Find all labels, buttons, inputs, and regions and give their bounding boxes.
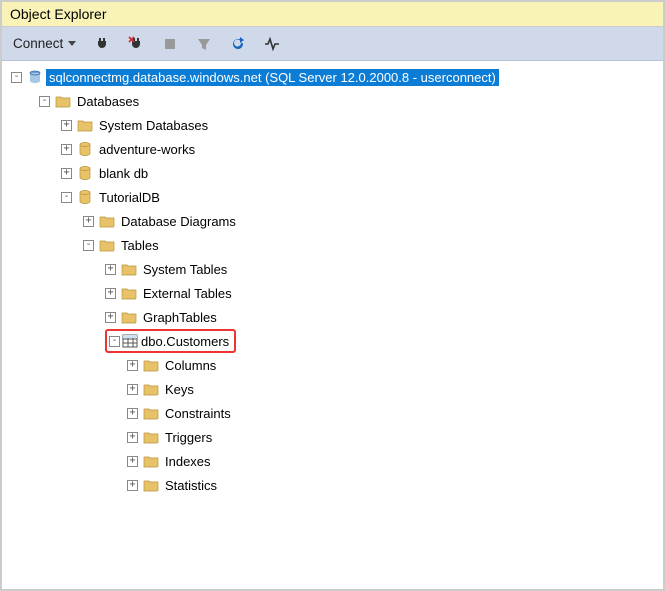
folder-icon [143, 405, 159, 421]
tree-node[interactable]: + System Databases [6, 113, 659, 137]
expander-toggle[interactable]: + [127, 384, 138, 395]
tree-node-label[interactable]: System Databases [96, 117, 211, 134]
tree-node[interactable]: + Keys [6, 377, 659, 401]
expander-toggle[interactable]: + [127, 408, 138, 419]
tree-node-label[interactable]: Database Diagrams [118, 213, 239, 230]
tree-node[interactable]: + GraphTables [6, 305, 659, 329]
tree-node[interactable]: - Tables [6, 233, 659, 257]
expander-toggle[interactable]: + [61, 144, 72, 155]
server-icon [27, 69, 43, 85]
tree-node[interactable]: + blank db [6, 161, 659, 185]
tree-node-label[interactable]: Indexes [162, 453, 214, 470]
plug-x-icon [128, 36, 144, 52]
toolbar: Connect [2, 27, 663, 61]
highlighted-node: - dbo.Customers [105, 329, 236, 353]
tree-node-label[interactable]: Keys [162, 381, 197, 398]
expander-toggle[interactable]: - [39, 96, 50, 107]
expander-toggle[interactable]: - [61, 192, 72, 203]
tree-view[interactable]: - sqlconnectmg.database.windows.net (SQL… [2, 61, 663, 586]
folder-icon [143, 357, 159, 373]
expander-toggle[interactable]: + [105, 312, 116, 323]
stop-icon [162, 36, 178, 52]
database-icon [77, 141, 93, 157]
activity-monitor-button[interactable] [259, 34, 285, 54]
dropdown-caret-icon [68, 41, 76, 46]
tree-node-label[interactable]: TutorialDB [96, 189, 163, 206]
tree-node-label[interactable]: System Tables [140, 261, 230, 278]
folder-icon [143, 477, 159, 493]
expander-toggle[interactable]: + [127, 432, 138, 443]
folder-icon [99, 237, 115, 253]
tree-node-label[interactable]: Tables [118, 237, 162, 254]
expander-toggle[interactable]: - [83, 240, 94, 251]
expander-toggle[interactable]: - [11, 72, 22, 83]
tree-node-label[interactable]: adventure-works [96, 141, 198, 158]
database-icon [77, 189, 93, 205]
tree-node-label[interactable]: GraphTables [140, 309, 220, 326]
folder-icon [121, 285, 137, 301]
tree-node[interactable]: + Indexes [6, 449, 659, 473]
folder-icon [121, 261, 137, 277]
expander-toggle[interactable]: + [105, 288, 116, 299]
tree-node-label[interactable]: dbo.Customers [138, 333, 232, 350]
folder-icon [121, 309, 137, 325]
expander-toggle[interactable]: + [127, 456, 138, 467]
tree-node[interactable]: - Databases [6, 89, 659, 113]
tree-node-label[interactable]: Databases [74, 93, 142, 110]
panel-title-text: Object Explorer [10, 6, 106, 22]
folder-icon [55, 93, 71, 109]
filter-icon [196, 36, 212, 52]
connect-label: Connect [13, 36, 63, 51]
tree-node-label[interactable]: External Tables [140, 285, 235, 302]
tree-node[interactable]: - TutorialDB [6, 185, 659, 209]
folder-icon [77, 117, 93, 133]
disconnect-button[interactable] [123, 34, 149, 54]
tree-node[interactable]: + Triggers [6, 425, 659, 449]
tree-node[interactable]: + Database Diagrams [6, 209, 659, 233]
connect-plug-button[interactable] [89, 34, 115, 54]
table-icon [122, 333, 138, 349]
object-explorer-window: Object Explorer Connect [0, 0, 665, 591]
connect-dropdown[interactable]: Connect [8, 34, 81, 53]
panel-title: Object Explorer [2, 2, 663, 27]
folder-icon [143, 381, 159, 397]
stop-button [157, 34, 183, 54]
expander-toggle[interactable]: + [61, 120, 72, 131]
tree-node-label[interactable]: Statistics [162, 477, 220, 494]
folder-icon [143, 453, 159, 469]
folder-icon [99, 213, 115, 229]
tree-node[interactable]: - dbo.Customers [6, 329, 659, 353]
tree-node-label[interactable]: Triggers [162, 429, 215, 446]
tree-node[interactable]: + Columns [6, 353, 659, 377]
expander-toggle[interactable]: - [109, 336, 120, 347]
tree-root-node[interactable]: - sqlconnectmg.database.windows.net (SQL… [6, 65, 659, 89]
expander-toggle[interactable]: + [83, 216, 94, 227]
refresh-icon [230, 36, 246, 52]
expander-toggle[interactable]: + [105, 264, 116, 275]
expander-toggle[interactable]: + [61, 168, 72, 179]
tree-node-label[interactable]: Constraints [162, 405, 234, 422]
tree-node[interactable]: + Statistics [6, 473, 659, 497]
tree-root-label[interactable]: sqlconnectmg.database.windows.net (SQL S… [46, 69, 499, 86]
tree-node[interactable]: + Constraints [6, 401, 659, 425]
tree-node[interactable]: + adventure-works [6, 137, 659, 161]
tree-node[interactable]: + External Tables [6, 281, 659, 305]
expander-toggle[interactable]: + [127, 480, 138, 491]
filter-button [191, 34, 217, 54]
plug-icon [94, 36, 110, 52]
refresh-button[interactable] [225, 34, 251, 54]
database-icon [77, 165, 93, 181]
activity-icon [264, 36, 280, 52]
tree-node-label[interactable]: Columns [162, 357, 219, 374]
tree-node[interactable]: + System Tables [6, 257, 659, 281]
tree-node-label[interactable]: blank db [96, 165, 151, 182]
folder-icon [143, 429, 159, 445]
expander-toggle[interactable]: + [127, 360, 138, 371]
